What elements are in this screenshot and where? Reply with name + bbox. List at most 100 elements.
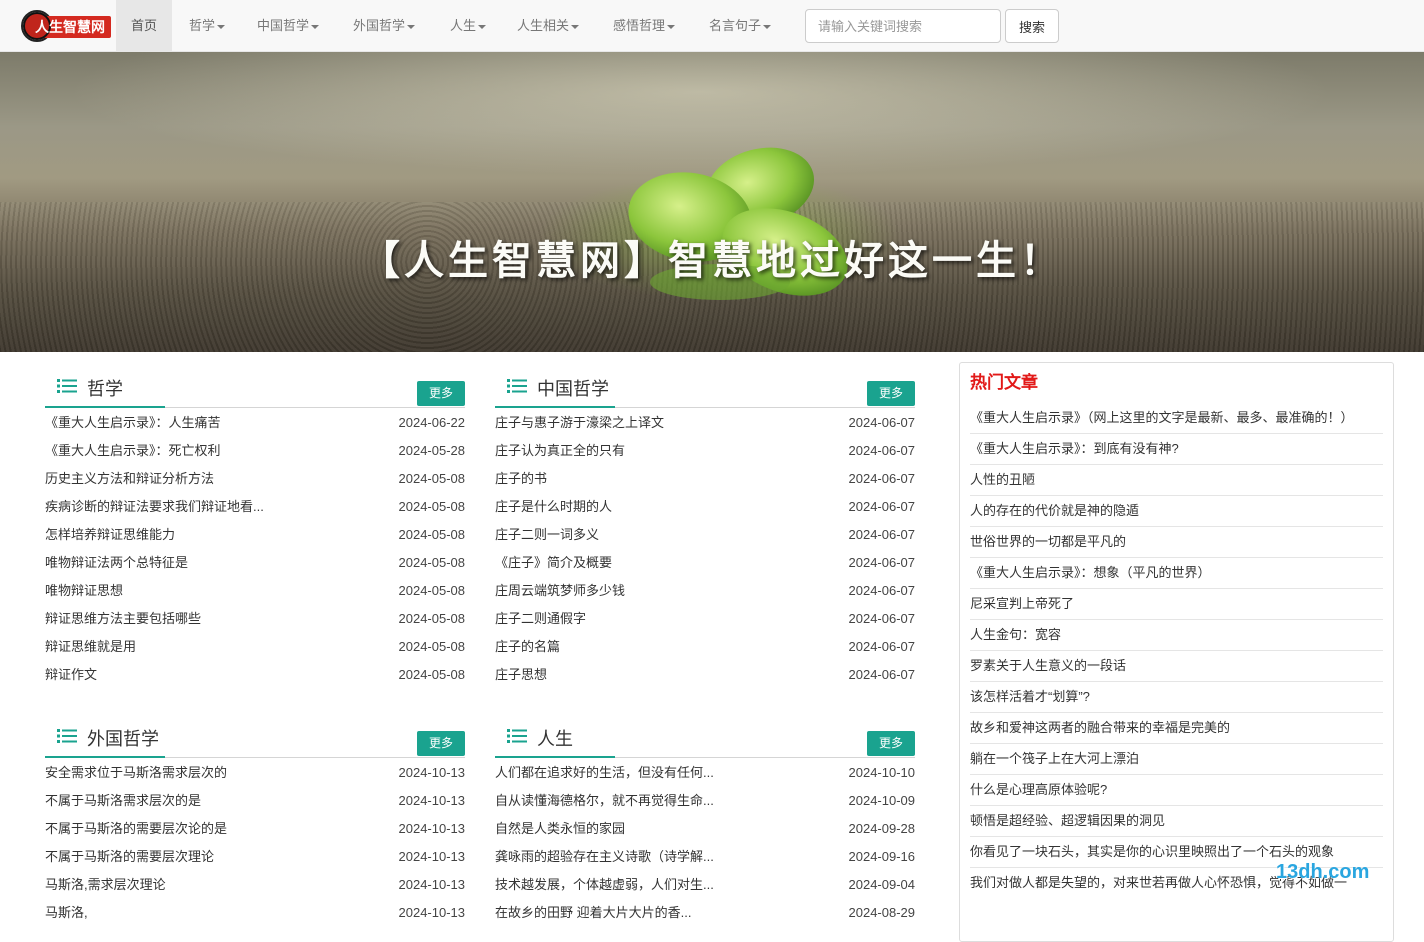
article-link[interactable]: 自从读懂海德格尔，就不再觉得生命...: [495, 787, 825, 815]
hot-article-link[interactable]: 故乡和爱神这两者的融合带来的幸福是完美的: [970, 713, 1383, 744]
nav-quotes[interactable]: 名言句子: [694, 0, 786, 52]
article-link[interactable]: 庄子的名篇: [495, 633, 825, 661]
list-item[interactable]: 马斯洛, 2024-10-13: [45, 899, 465, 927]
more-button[interactable]: 更多: [417, 381, 465, 406]
hot-article-link[interactable]: 人的存在的代价就是神的隐遁: [970, 496, 1383, 527]
list-item[interactable]: 庄子的书 2024-06-07: [495, 465, 915, 493]
article-link[interactable]: 庄子二则通假字: [495, 605, 825, 633]
list-item[interactable]: 辩证思维就是用 2024-05-08: [45, 633, 465, 661]
hot-article-link[interactable]: 世俗世界的一切都是平凡的: [970, 527, 1383, 558]
list-item[interactable]: 自从读懂海德格尔，就不再觉得生命... 2024-10-09: [495, 787, 915, 815]
nav-foreign-philosophy[interactable]: 外国哲学: [338, 0, 430, 52]
nav-chinese-philosophy[interactable]: 中国哲学: [242, 0, 334, 52]
list-item[interactable]: 《庄子》简介及概要 2024-06-07: [495, 549, 915, 577]
list-item[interactable]: 马斯洛,需求层次理论 2024-10-13: [45, 871, 465, 899]
article-link[interactable]: 唯物辩证法两个总特征是: [45, 549, 375, 577]
more-button[interactable]: 更多: [417, 731, 465, 756]
list-item[interactable]: 疾病诊断的辩证法要求我们辩证地看... 2024-05-08: [45, 493, 465, 521]
hot-article-link[interactable]: 人性的丑陋: [970, 465, 1383, 496]
article-link[interactable]: 马斯洛,需求层次理论: [45, 871, 375, 899]
hot-article-link[interactable]: 什么是心理高原体验呢?: [970, 775, 1383, 806]
nav-home-label: 首页: [131, 18, 158, 33]
article-link[interactable]: 技术越发展，个体越虚弱，人们对生...: [495, 871, 825, 899]
article-link[interactable]: 庄子与惠子游于濠梁之上译文: [495, 409, 825, 437]
article-date: 2024-06-07: [848, 527, 916, 542]
article-link[interactable]: 《庄子》简介及概要: [495, 549, 825, 577]
list-item[interactable]: 庄周云端筑梦师多少钱 2024-06-07: [495, 577, 915, 605]
article-link[interactable]: 唯物辩证思想: [45, 577, 375, 605]
article-link[interactable]: 人们都在追求好的生活，但没有任何...: [495, 759, 825, 787]
list-item[interactable]: 辩证作文 2024-05-08: [45, 661, 465, 689]
search-input[interactable]: [805, 9, 1001, 43]
article-link[interactable]: 在故乡的田野 迎着大片大片的香...: [495, 899, 825, 927]
list-item[interactable]: 历史主义方法和辩证分析方法 2024-05-08: [45, 465, 465, 493]
hot-article-link[interactable]: 顿悟是超经验、超逻辑因果的洞见: [970, 806, 1383, 837]
article-link[interactable]: 《重大人生启示录》：人生痛苦: [45, 409, 375, 437]
article-link[interactable]: 辩证作文: [45, 661, 375, 689]
article-link[interactable]: 龚咏雨的超验存在主义诗歌（诗学解...: [495, 843, 825, 871]
nav-home[interactable]: 首页: [116, 0, 173, 52]
list-item[interactable]: 人们都在追求好的生活，但没有任何... 2024-10-10: [495, 759, 915, 787]
list-item[interactable]: 怎样培养辩证思维能力 2024-05-08: [45, 521, 465, 549]
article-link[interactable]: 不属于马斯洛需求层次的是: [45, 787, 375, 815]
search-button[interactable]: 搜索: [1005, 9, 1059, 43]
article-link[interactable]: 庄子是什么时期的人: [495, 493, 825, 521]
nav-life[interactable]: 人生: [435, 0, 501, 52]
article-link[interactable]: 安全需求位于马斯洛需求层次的: [45, 759, 375, 787]
article-link[interactable]: 不属于马斯洛的需要层次论的是: [45, 815, 375, 843]
list-item[interactable]: 庄子二则一词多义 2024-06-07: [495, 521, 915, 549]
list-item[interactable]: 庄子思想 2024-06-07: [495, 661, 915, 689]
list-item[interactable]: 辩证思维方法主要包括哪些 2024-05-08: [45, 605, 465, 633]
article-link[interactable]: 庄子二则一词多义: [495, 521, 825, 549]
article-link[interactable]: 庄周云端筑梦师多少钱: [495, 577, 825, 605]
article-link[interactable]: 庄子的书: [495, 465, 825, 493]
list-item[interactable]: 不属于马斯洛的需要层次理论 2024-10-13: [45, 843, 465, 871]
article-date: 2024-09-04: [848, 877, 916, 892]
hot-article-link[interactable]: 人生金句：宽容: [970, 620, 1383, 651]
list-item[interactable]: 技术越发展，个体越虚弱，人们对生... 2024-09-04: [495, 871, 915, 899]
list-item[interactable]: 庄子二则通假字 2024-06-07: [495, 605, 915, 633]
list-item[interactable]: 唯物辩证思想 2024-05-08: [45, 577, 465, 605]
list-item[interactable]: 庄子的名篇 2024-06-07: [495, 633, 915, 661]
article-link[interactable]: 不属于马斯洛的需要层次理论: [45, 843, 375, 871]
hot-article-link[interactable]: 《重大人生启示录》：想象（平凡的世界）: [970, 558, 1383, 589]
article-link[interactable]: 怎样培养辩证思维能力: [45, 521, 375, 549]
article-date: 2024-06-07: [848, 443, 916, 458]
article-link[interactable]: 历史主义方法和辩证分析方法: [45, 465, 375, 493]
hot-article-link[interactable]: 罗素关于人生意义的一段话: [970, 651, 1383, 682]
article-link[interactable]: 《重大人生启示录》：死亡权利: [45, 437, 375, 465]
article-date: 2024-05-08: [398, 555, 466, 570]
article-link[interactable]: 庄子认为真正全的只有: [495, 437, 825, 465]
hot-article-link[interactable]: 躺在一个筏子上在大河上漂泊: [970, 744, 1383, 775]
article-link[interactable]: 疾病诊断的辩证法要求我们辩证地看...: [45, 493, 375, 521]
list-item[interactable]: 唯物辩证法两个总特征是 2024-05-08: [45, 549, 465, 577]
more-button[interactable]: 更多: [867, 731, 915, 756]
list-item[interactable]: 龚咏雨的超验存在主义诗歌（诗学解... 2024-09-16: [495, 843, 915, 871]
list-item[interactable]: 《重大人生启示录》：人生痛苦 2024-06-22: [45, 409, 465, 437]
list-item[interactable]: 安全需求位于马斯洛需求层次的 2024-10-13: [45, 759, 465, 787]
hot-article-link[interactable]: 该怎样活着才“划算”?: [970, 682, 1383, 713]
article-link[interactable]: 自然是人类永恒的家园: [495, 815, 825, 843]
hot-article-link[interactable]: 尼采宣判上帝死了: [970, 589, 1383, 620]
hot-article-link[interactable]: 《重大人生启示录》（网上这里的文字是最新、最多、最准确的！）: [970, 403, 1383, 434]
site-logo[interactable]: 人生智慧网: [19, 7, 111, 43]
article-date: 2024-05-08: [398, 583, 466, 598]
list-item[interactable]: 庄子与惠子游于濠梁之上译文 2024-06-07: [495, 409, 915, 437]
list-item[interactable]: 庄子是什么时期的人 2024-06-07: [495, 493, 915, 521]
hot-article-link[interactable]: 《重大人生启示录》：到底有没有神?: [970, 434, 1383, 465]
more-button[interactable]: 更多: [867, 381, 915, 406]
list-item[interactable]: 不属于马斯洛需求层次的是 2024-10-13: [45, 787, 465, 815]
list-item[interactable]: 庄子认为真正全的只有 2024-06-07: [495, 437, 915, 465]
caret-down-icon: [217, 24, 226, 29]
nav-philosophy[interactable]: 哲学: [174, 0, 240, 52]
list-item[interactable]: 在故乡的田野 迎着大片大片的香... 2024-08-29: [495, 899, 915, 927]
article-link[interactable]: 辩证思维方法主要包括哪些: [45, 605, 375, 633]
nav-insights[interactable]: 感悟哲理: [598, 0, 690, 52]
article-link[interactable]: 庄子思想: [495, 661, 825, 689]
nav-life-related[interactable]: 人生相关: [502, 0, 594, 52]
article-link[interactable]: 马斯洛,: [45, 899, 375, 927]
list-item[interactable]: 《重大人生启示录》：死亡权利 2024-05-28: [45, 437, 465, 465]
list-item[interactable]: 不属于马斯洛的需要层次论的是 2024-10-13: [45, 815, 465, 843]
list-item[interactable]: 自然是人类永恒的家园 2024-09-28: [495, 815, 915, 843]
article-link[interactable]: 辩证思维就是用: [45, 633, 375, 661]
